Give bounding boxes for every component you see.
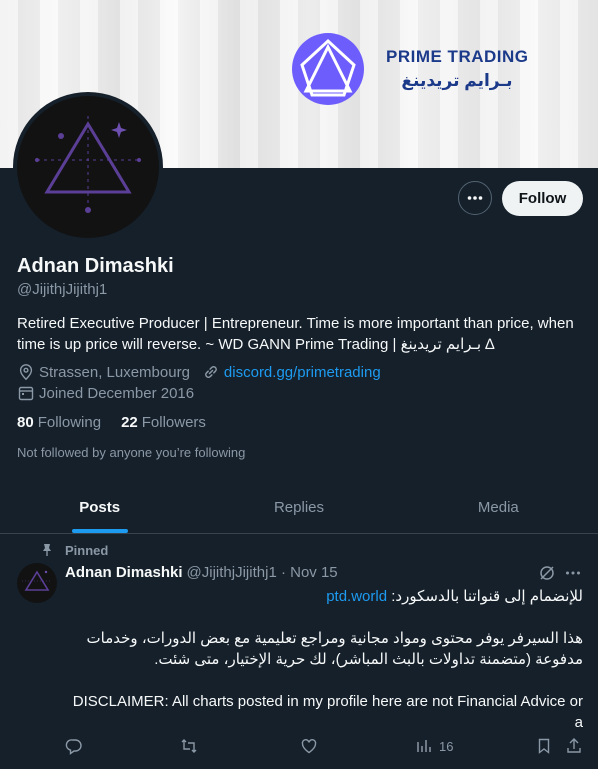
- tab-posts-label: Posts: [79, 498, 121, 516]
- calendar-icon: [18, 386, 34, 401]
- share-button[interactable]: [565, 737, 583, 755]
- followers-count: 22: [121, 414, 138, 431]
- following-link[interactable]: 80 Following: [17, 414, 101, 431]
- tab-replies[interactable]: Replies: [199, 481, 398, 533]
- post-header: Adnan Dimashki @JijithjJijithj1 · Nov 15: [65, 564, 338, 581]
- post-author-name[interactable]: Adnan Dimashki: [65, 564, 183, 581]
- share-icon: [567, 738, 581, 753]
- post-paragraph-arabic: هذا السيرفر يوفر محتوى ومواد مجانية ومرا…: [86, 630, 583, 668]
- follow-counts: 80 Following 22 Followers: [17, 414, 226, 431]
- tab-media-label: Media: [477, 498, 519, 516]
- profile-bio: Retired Executive Producer | Entrepreneu…: [17, 315, 574, 353]
- grok-icon[interactable]: [538, 564, 556, 582]
- tab-active-indicator: [71, 529, 128, 533]
- pinned-label: Pinned: [65, 543, 109, 558]
- brand-name-english: PRIME TRADING: [386, 47, 529, 66]
- repost-button[interactable]: [180, 737, 198, 755]
- brand-name-arabic: بـرايم تريدينغ: [401, 71, 513, 90]
- post-line-join: للإنضمام إلى قنواتنا بالدسكورد: ptd.worl…: [65, 586, 583, 607]
- profile-handle: @JijithjJijithj1: [17, 281, 108, 298]
- reply-icon: [65, 739, 82, 755]
- post-link[interactable]: ptd.world: [326, 588, 387, 605]
- views-button[interactable]: 16: [415, 737, 453, 755]
- followers-label: Followers: [141, 414, 206, 431]
- prime-trading-logo: [292, 33, 364, 105]
- more-options-button[interactable]: [458, 181, 492, 215]
- post-join-text: للإنضمام إلى قنواتنا بالدسكورد:: [391, 588, 583, 605]
- more-horizontal-icon: [467, 196, 483, 200]
- profile-tabs: Posts Replies Media: [0, 481, 598, 534]
- pin-icon: [43, 544, 51, 556]
- not-followed-notice: Not followed by anyone you’re following: [17, 445, 246, 460]
- post-avatar[interactable]: [17, 563, 57, 603]
- bookmark-button[interactable]: [535, 737, 553, 755]
- heart-icon: [301, 739, 317, 754]
- tab-media[interactable]: Media: [399, 481, 598, 533]
- link-icon: [205, 366, 217, 378]
- post-handle-date[interactable]: @JijithjJijithj1 · Nov 15: [187, 564, 338, 581]
- follow-button[interactable]: Follow: [502, 181, 583, 216]
- like-button[interactable]: [300, 737, 318, 755]
- following-label: Following: [37, 414, 102, 431]
- bookmark-icon: [538, 738, 550, 754]
- post-actions: 16: [65, 737, 583, 757]
- views-chart-icon: [417, 740, 431, 752]
- post-header-icons: [538, 564, 582, 582]
- tab-replies-label: Replies: [273, 498, 324, 516]
- profile-joined-row: Joined December 2016: [17, 384, 194, 402]
- avatar[interactable]: [13, 92, 163, 242]
- tab-posts[interactable]: Posts: [0, 481, 199, 533]
- repost-icon: [181, 739, 197, 753]
- views-count: 16: [439, 738, 454, 754]
- avatar-pyramid-icon: [35, 116, 141, 213]
- avatar-pyramid-icon: [22, 570, 52, 591]
- location-pin-icon: [19, 364, 33, 381]
- profile-joined-date: Joined December 2016: [39, 384, 195, 402]
- profile-name: Adnan Dimashki: [17, 255, 174, 277]
- following-count: 80: [17, 414, 34, 431]
- followers-link[interactable]: 22 Followers: [121, 414, 206, 431]
- more-horizontal-icon[interactable]: [564, 564, 582, 582]
- reply-button[interactable]: [65, 737, 83, 755]
- post-disclaimer: DISCLAIMER: All charts posted in my prof…: [72, 693, 583, 731]
- profile-meta-row: Strassen, Luxembourg discord.gg/primetra…: [17, 363, 381, 381]
- pinned-indicator: Pinned: [43, 543, 109, 558]
- profile-location: Strassen, Luxembourg: [39, 363, 190, 381]
- profile-website-link[interactable]: discord.gg/primetrading: [224, 364, 381, 381]
- post-body: للإنضمام إلى قنواتنا بالدسكورد: ptd.worl…: [65, 586, 583, 733]
